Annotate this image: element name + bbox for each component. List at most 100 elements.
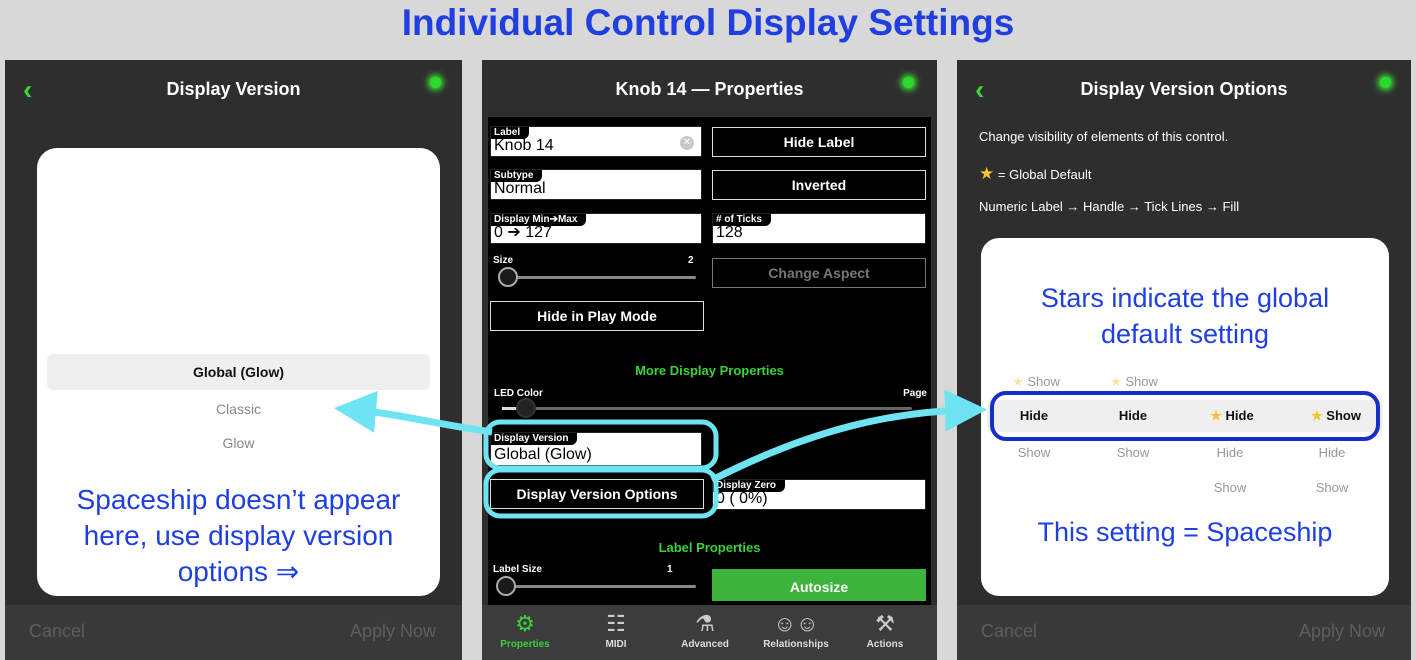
display-version-screen: ‹ Display Version Global (Glow) Classic … (5, 60, 462, 660)
label-size-slider-thumb[interactable] (496, 576, 516, 596)
apply-now-button[interactable]: Apply Now (350, 621, 436, 642)
note-line: Spaceship doesn’t appear (76, 484, 401, 515)
screen-title: Display Version Options (1080, 79, 1288, 99)
option-cell[interactable]: Show (1088, 445, 1178, 460)
cancel-button[interactable]: Cancel (981, 621, 1037, 642)
label-size-slider-track[interactable] (500, 585, 696, 588)
cancel-button[interactable]: Cancel (29, 621, 85, 642)
tab-label: Advanced (681, 639, 729, 650)
option-cell[interactable]: ★ Show (1089, 374, 1179, 390)
star-icon: ★ (1210, 408, 1222, 423)
display-version-options-button[interactable]: Display Version Options (490, 479, 704, 509)
display-version-options-screen: ‹ Display Version Options Change visibil… (957, 60, 1411, 660)
label-field[interactable]: Label Knob 14 ✕ (490, 126, 702, 157)
page-label: Page (903, 388, 927, 399)
info-text: Numeric Label → Handle → Tick Lines → Fi… (979, 199, 1240, 214)
display-min-max-field[interactable]: Display Min➔Max 0 ➔ 127 (490, 213, 702, 244)
tab-properties[interactable]: ⚙ Properties (485, 609, 565, 650)
field-value: 0 ( 0%) (716, 490, 768, 507)
picker-item-global-glow[interactable]: Global (Glow) (47, 354, 430, 390)
note-line: here, use display version (83, 520, 394, 551)
hide-in-play-mode-button[interactable]: Hide in Play Mode (490, 301, 704, 331)
field-value: 0 ➔ 127 (494, 224, 552, 241)
autosize-button[interactable]: Autosize (712, 569, 926, 601)
spaceship-setting-note: This setting = Spaceship (1037, 517, 1333, 547)
led-color-slider-thumb[interactable] (516, 398, 536, 418)
spaceship-note: Spaceship doesn’t appear here, use displ… (37, 482, 440, 590)
option-cell[interactable]: Show (1287, 480, 1377, 495)
star-icon: ★ (1012, 374, 1024, 389)
change-aspect-button[interactable]: Change Aspect (712, 258, 926, 288)
screen-title: Knob 14 — Properties (615, 79, 804, 99)
option-cell[interactable]: Hide (989, 408, 1079, 423)
apply-now-button[interactable]: Apply Now (1299, 621, 1385, 642)
tab-label: Relationships (763, 639, 829, 650)
star-icon: ★ (1110, 374, 1122, 389)
option-label: Hide (1225, 408, 1254, 423)
bottom-bar: Cancel Apply Now (957, 605, 1411, 660)
label-size-value: 1 (667, 564, 673, 575)
label-size-label: Label Size (493, 564, 542, 575)
tab-midi[interactable]: ☷ MIDI (576, 609, 656, 650)
properties-panel: Label Knob 14 ✕ Hide Label Subtype Norma… (488, 117, 931, 605)
picker-item-classic[interactable]: Classic (37, 401, 440, 417)
screen-title: Display Version (166, 79, 301, 99)
status-led (1380, 77, 1391, 88)
section-heading: More Display Properties (635, 363, 784, 378)
size-slider-thumb[interactable] (498, 267, 518, 287)
display-zero-field[interactable]: Display Zero 0 ( 0%) (712, 479, 926, 510)
flask-icon: ⚗ (695, 611, 715, 636)
display-version-field[interactable]: Display Version Global (Glow) (490, 432, 702, 466)
option-cell[interactable]: ★ Hide (1187, 408, 1277, 424)
bottom-bar: Cancel Apply Now (5, 605, 462, 660)
option-cell[interactable]: ★ Show (991, 374, 1081, 390)
led-color-slider-track[interactable] (502, 407, 912, 410)
note-line: options ⇒ (177, 556, 300, 587)
note-line: Stars indicate the global (1040, 283, 1330, 313)
field-tag: Display Version (491, 433, 578, 445)
tab-actions[interactable]: ⚒ Actions (845, 609, 925, 650)
option-label: Show (1125, 374, 1158, 389)
tab-label: MIDI (605, 639, 627, 650)
clear-icon[interactable]: ✕ (680, 136, 694, 150)
field-value: Normal (494, 180, 546, 197)
tab-advanced[interactable]: ⚗ Advanced (665, 609, 745, 650)
note-line: default setting (1100, 319, 1270, 349)
display-version-picker[interactable]: Global (Glow) Classic Glow Spaceship doe… (37, 148, 440, 596)
knob-properties-screen: Knob 14 — Properties Label Knob 14 ✕ Hid… (482, 60, 937, 660)
size-value: 2 (688, 255, 694, 266)
subtype-field[interactable]: Subtype Normal (490, 169, 702, 200)
gear-icon: ⚙ (515, 611, 535, 636)
star-icon: ★ (1311, 408, 1323, 423)
tab-label: Actions (866, 639, 904, 650)
options-picker[interactable]: Stars indicate the global default settin… (981, 238, 1389, 596)
option-cell[interactable]: Show (989, 445, 1079, 460)
section-heading: Label Properties (658, 540, 761, 555)
field-value: 128 (716, 224, 743, 241)
size-slider-track[interactable] (502, 276, 696, 279)
page-title: Individual Control Display Settings (401, 2, 1015, 43)
field-value: Global (Glow) (494, 446, 592, 463)
tab-label: Properties (500, 639, 550, 650)
led-color-label: LED Color (494, 388, 543, 399)
option-label: Show (1326, 408, 1361, 423)
option-label: Show (1027, 374, 1060, 389)
sliders-icon: ☷ (606, 611, 626, 636)
option-cell[interactable]: Hide (1287, 445, 1377, 460)
option-cell[interactable]: Show (1185, 480, 1275, 495)
global-default-legend: ★ = Global Default (979, 164, 1091, 184)
hide-label-button[interactable]: Hide Label (712, 127, 926, 157)
ticks-field[interactable]: # of Ticks 128 (712, 213, 926, 244)
option-cell[interactable]: Hide (1185, 445, 1275, 460)
info-text: Change visibility of elements of this co… (979, 129, 1229, 144)
field-value: Knob 14 (494, 137, 554, 154)
option-cell[interactable]: ★ Show (1291, 408, 1381, 424)
wrench-icon: ⚒ (875, 611, 895, 636)
people-icon: ☺☺ (773, 611, 819, 636)
tab-relationships[interactable]: ☺☺ Relationships (756, 609, 836, 650)
stars-note: Stars indicate the global default settin… (981, 280, 1389, 352)
option-cell[interactable]: Hide (1088, 408, 1178, 423)
size-label: Size (493, 255, 514, 266)
picker-item-glow[interactable]: Glow (37, 435, 440, 451)
inverted-button[interactable]: Inverted (712, 170, 926, 200)
